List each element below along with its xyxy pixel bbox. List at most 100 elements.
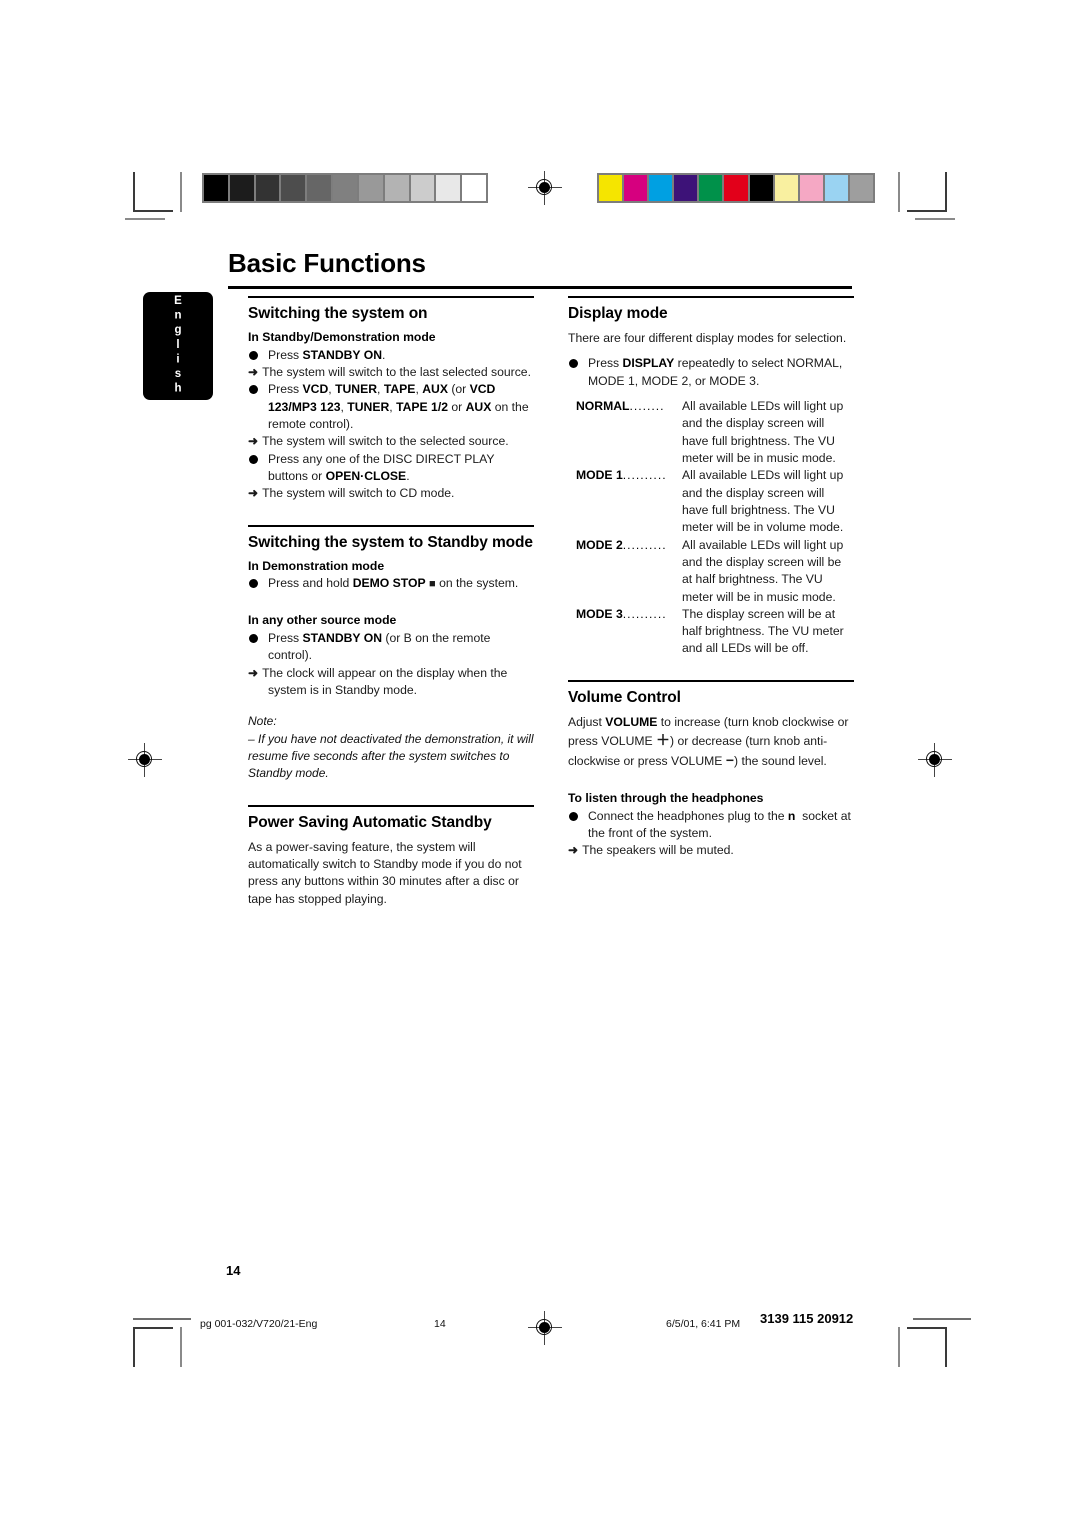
grayscale-calibration-bar: [202, 173, 488, 203]
result-text: The clock will appear on the display whe…: [262, 665, 508, 697]
subheading-listen-through-headphones: To listen through the headphones: [568, 790, 764, 805]
list-item: Press STANDBY ON (or B on the remote con…: [248, 630, 534, 665]
grayscale-swatch: [384, 175, 409, 201]
button-name-tape: TAPE: [383, 382, 416, 397]
standby-power-icon: B: [403, 630, 412, 645]
instruction-text-prefix: Press and hold: [268, 576, 353, 591]
section-rule: [248, 804, 534, 807]
mode-term: MODE 2..........: [576, 537, 682, 606]
mode-term: MODE 3..........: [576, 606, 682, 658]
color-swatch: [724, 175, 748, 201]
result-line: ➜ The system will switch to the selected …: [248, 433, 534, 450]
button-name-tape-1-2: TAPE 1/2: [396, 399, 448, 414]
footer-rule-right: [913, 1318, 971, 1320]
crop-mark-br-horizontal: [907, 1327, 947, 1329]
note-label: Note:: [248, 714, 277, 729]
plus-icon: ＋: [656, 732, 671, 749]
instruction-text-suffix: .: [406, 469, 410, 484]
instruction-text-prefix: Press: [268, 347, 303, 362]
button-name-standby-on: STANDBY ON: [302, 347, 382, 362]
footer-file-reference: pg 001-032/V720/21-Eng: [200, 1318, 318, 1330]
separator-text: or: [448, 399, 466, 414]
arrow-right-icon: ➜: [248, 665, 259, 680]
color-swatch: [749, 175, 773, 201]
arrow-right-icon: ➜: [248, 486, 259, 501]
bullet-dot-icon: [569, 811, 578, 821]
page-number: 14: [226, 1263, 241, 1278]
section-rule: [248, 524, 534, 527]
instruction-text-prefix: Connect the headphones plug to the: [588, 808, 788, 823]
heading-power-saving-automatic-standby: Power Saving Automatic Standby: [248, 813, 492, 831]
separator-text: (or: [382, 630, 404, 645]
mode-term: NORMAL........: [576, 398, 682, 467]
result-line: ➜ The clock will appear on the display wh…: [248, 665, 534, 700]
display-mode-intro-text: There are four different display modes f…: [568, 330, 847, 345]
mode-term-label: NORMAL: [576, 398, 630, 413]
instruction-text-prefix: Press: [268, 382, 303, 397]
color-swatch: [599, 175, 623, 201]
registration-mark-left: [128, 743, 162, 777]
crop-mark-br-vertical: [945, 1327, 947, 1367]
mode-description: All available LEDs will light up and the…: [682, 537, 844, 604]
color-swatch: [774, 175, 798, 201]
section-rule: [248, 296, 534, 298]
crop-mark-br-bleed: [898, 1327, 900, 1367]
button-name-aux: AUX: [422, 382, 448, 397]
mode-description: All available LEDs will light up and the…: [682, 468, 844, 535]
color-swatch: [824, 175, 848, 201]
bullet-dot-icon: [249, 633, 258, 643]
button-name-demo-stop: DEMO STOP: [352, 576, 426, 591]
left-column: Switching the system on In Standby/Demon…: [248, 296, 534, 908]
button-name-display: DISPLAY: [622, 356, 675, 371]
bullet-dot-icon: [249, 385, 258, 395]
grayscale-swatch: [358, 175, 383, 201]
list-item: NORMAL........ All available LEDs will l…: [576, 398, 854, 467]
registration-mark-right: [918, 743, 952, 777]
instruction-text-suffix: ) the sound level.: [734, 753, 827, 768]
arrow-right-icon: ➜: [248, 365, 259, 380]
list-item: MODE 2.......... All available LEDs will…: [576, 537, 854, 606]
grayscale-swatch: [436, 175, 461, 201]
footer-page-number: 14: [434, 1318, 446, 1330]
registration-mark-top: [528, 171, 562, 205]
list-item: Press DISPLAY repeatedly to select NORMA…: [568, 355, 854, 390]
footer-timestamp: 6/5/01, 6:41 PM: [666, 1318, 741, 1330]
heading-volume-control: Volume Control: [568, 688, 681, 706]
separator-text: (or: [447, 382, 470, 397]
section-rule: [568, 296, 854, 298]
mode-term-label: MODE 1: [576, 468, 623, 483]
result-line: ➜ The system will switch to the last sele…: [248, 364, 534, 381]
dot-leader: ..........: [622, 606, 667, 621]
grayscale-swatch: [229, 175, 254, 201]
grayscale-swatch: [281, 175, 306, 201]
result-text: The system will switch to CD mode.: [262, 486, 455, 501]
result-text: The system will switch to the selected s…: [262, 434, 509, 449]
heading-display-mode: Display mode: [568, 305, 668, 322]
power-saving-body-text: As a power-saving feature, the system wi…: [248, 839, 522, 906]
volume-control-body-text: Adjust VOLUME to increase (turn knob clo…: [568, 714, 854, 771]
control-name-volume: VOLUME: [605, 714, 658, 729]
button-name-vcd: VCD: [302, 382, 329, 397]
instruction-text-suffix: .: [382, 347, 386, 362]
button-name-open-close: OPEN·CLOSE: [325, 469, 407, 484]
list-item: Press VCD, TUNER, TAPE, AUX (or VCD 123/…: [248, 381, 534, 433]
result-text: The speakers will be muted.: [582, 843, 734, 858]
note-text: – If you have not deactivated the demons…: [248, 731, 534, 781]
arrow-right-icon: ➜: [248, 434, 259, 449]
bullet-dot-icon: [249, 350, 258, 360]
heading-switching-system-on: Switching the system on: [248, 305, 428, 322]
mode-term-label: MODE 2: [576, 537, 623, 552]
crop-mark-tr-horizontal: [907, 210, 947, 212]
instruction-text-suffix: on the system.: [439, 576, 519, 591]
color-swatch: [799, 175, 823, 201]
grayscale-swatch: [255, 175, 280, 201]
dot-leader: ........: [629, 398, 665, 413]
grayscale-swatch: [333, 175, 357, 201]
crop-mark-bl-bleed: [180, 1327, 182, 1367]
note-block: Note: – If you have not deactivated the …: [248, 713, 534, 783]
instruction-text-prefix: Press: [588, 356, 623, 371]
button-name-aux-remote: AUX: [465, 399, 492, 414]
result-line: ➜ The system will switch to CD mode.: [248, 485, 534, 502]
